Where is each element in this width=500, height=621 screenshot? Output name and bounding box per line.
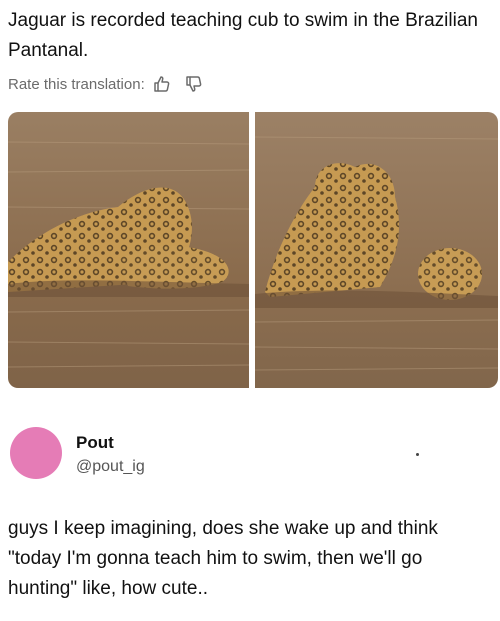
reply-text: guys I keep imagining, does she wake up …	[8, 518, 438, 599]
avatar[interactable]	[10, 427, 62, 479]
rate-translation-row: Rate this translation:	[8, 72, 203, 96]
thumbs-up-icon[interactable]	[153, 75, 171, 93]
thumbs-down-icon[interactable]	[185, 75, 203, 93]
post-text: Jaguar is recorded teaching cub to swim …	[8, 10, 478, 61]
jaguar-photo-1[interactable]	[8, 112, 249, 388]
rate-translation-label: Rate this translation:	[8, 75, 145, 93]
photo-gallery	[8, 112, 498, 388]
dot-mark	[416, 453, 419, 456]
user-name[interactable]: Pout	[76, 433, 114, 453]
user-handle[interactable]: @pout_ig	[76, 458, 145, 476]
jaguar-photo-2[interactable]	[255, 112, 498, 388]
